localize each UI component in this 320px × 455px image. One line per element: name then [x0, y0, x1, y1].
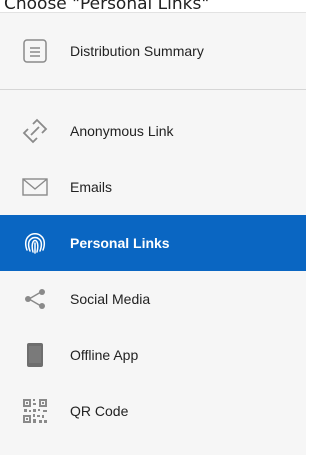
nav-item-label: Personal Links: [70, 235, 170, 251]
distribution-nav-panel: Distribution Summary Anonymous Link Emai…: [0, 12, 306, 455]
nav-item-offline-app[interactable]: Offline App: [0, 327, 306, 383]
fingerprint-icon: [22, 230, 48, 256]
nav-item-distribution-summary[interactable]: Distribution Summary: [0, 13, 306, 90]
tablet-icon: [22, 342, 48, 368]
nav-item-label: QR Code: [70, 403, 129, 419]
nav-item-emails[interactable]: Emails: [0, 159, 306, 215]
nav-item-label: Anonymous Link: [70, 123, 174, 139]
link-icon: [22, 118, 48, 144]
document-lines-icon: [22, 38, 48, 64]
qr-code-icon: [22, 398, 48, 424]
envelope-icon: [22, 174, 48, 200]
nav-item-label: Distribution Summary: [70, 43, 204, 59]
share-icon: [22, 286, 48, 312]
nav-item-social-media[interactable]: Social Media: [0, 271, 306, 327]
nav-item-anonymous-link[interactable]: Anonymous Link: [0, 103, 306, 159]
nav-item-personal-links[interactable]: Personal Links: [0, 215, 306, 271]
nav-item-qr-code[interactable]: QR Code: [0, 383, 306, 439]
nav-item-label: Offline App: [70, 347, 139, 363]
nav-item-label: Social Media: [70, 291, 151, 307]
nav-item-label: Emails: [70, 179, 113, 195]
